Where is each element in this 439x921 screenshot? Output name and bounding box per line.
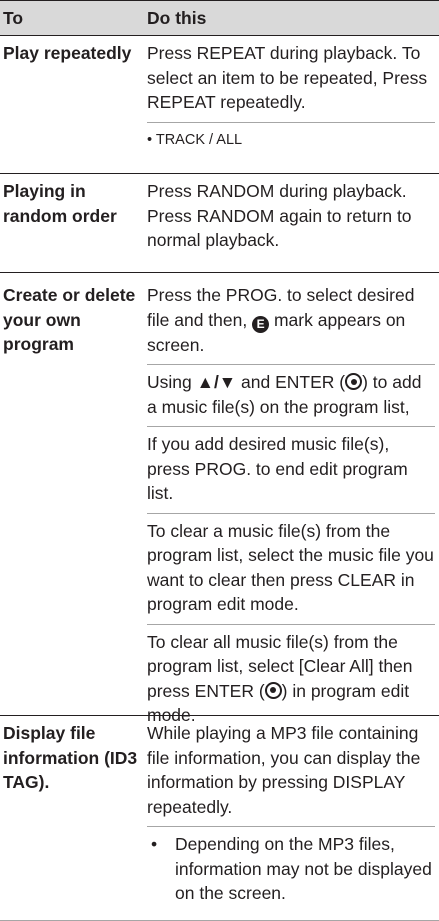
option-text: • TRACK / ALL bbox=[147, 131, 243, 148]
row-label: Playing in random order bbox=[3, 181, 117, 226]
up-down-arrows-icon: ▲/▼ bbox=[196, 372, 237, 392]
instruction-text: Press the PROG. to select desired file a… bbox=[147, 273, 435, 365]
instruction-text: Press REPEAT during playback. To select … bbox=[147, 36, 435, 123]
function-table: To Do this Play repeatedly Press REPEAT … bbox=[0, 0, 439, 921]
row-display-file-info: Display file information (ID3 TAG). Whil… bbox=[0, 716, 439, 921]
instruction-text: Press RANDOM during playback. Press RAND… bbox=[147, 181, 412, 250]
row-create-program: Create or delete your own program Press … bbox=[0, 273, 439, 725]
row-content: Press RANDOM during playback. Press RAND… bbox=[147, 174, 439, 272]
row-label: Play repeatedly bbox=[3, 43, 132, 63]
row-content: Press the PROG. to select desired file a… bbox=[147, 273, 439, 725]
instruction-text: If you add desired music file(s), press … bbox=[147, 427, 435, 514]
table-header: To Do this bbox=[0, 0, 439, 36]
row-label: Create or delete your own program bbox=[3, 285, 136, 354]
text-part: and ENTER ( bbox=[241, 372, 346, 392]
note-text: Depending on the MP3 files, information … bbox=[175, 834, 432, 903]
instruction-text: To clear a music file(s) from the progra… bbox=[147, 514, 435, 625]
instruction-text: Using ▲/▼ and ENTER () to add a music fi… bbox=[147, 365, 435, 427]
instruction-text: While playing a MP3 file containing file… bbox=[147, 716, 435, 827]
bullet-icon: • bbox=[151, 834, 158, 854]
row-content: Press REPEAT during playback. To select … bbox=[147, 36, 439, 173]
enter-button-icon bbox=[345, 373, 363, 390]
row-content: While playing a MP3 file containing file… bbox=[147, 716, 439, 920]
row-play-repeatedly: Play repeatedly Press REPEAT during play… bbox=[0, 36, 439, 174]
header-to: To bbox=[3, 7, 24, 28]
enter-button-icon bbox=[264, 681, 282, 699]
header-do-this: Do this bbox=[147, 7, 207, 28]
note-item: • Depending on the MP3 files, informatio… bbox=[147, 827, 435, 913]
row-random-order: Playing in random order Press RANDOM dur… bbox=[0, 174, 439, 273]
row-label: Display file information (ID3 TAG). bbox=[3, 723, 138, 792]
text-part: Using bbox=[147, 372, 192, 392]
program-mark-icon: E bbox=[252, 315, 270, 333]
